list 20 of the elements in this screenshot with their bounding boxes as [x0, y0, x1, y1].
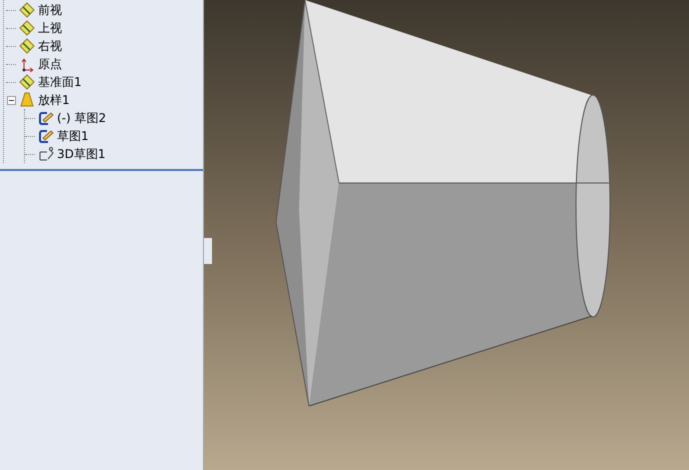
origin-axes-icon	[19, 56, 35, 72]
sketch-3d-icon	[38, 146, 54, 162]
plane-icon	[19, 38, 35, 54]
tree-item-label[interactable]: 右视	[38, 37, 62, 55]
tree-item-label[interactable]: 前视	[38, 1, 62, 19]
expand-toggle[interactable]	[6, 96, 16, 104]
tree-item-label[interactable]: (-) 草图2	[57, 109, 106, 127]
tree-item-label[interactable]: 基准面1	[38, 73, 82, 91]
plane-icon	[19, 2, 35, 18]
sketch-icon	[38, 110, 54, 126]
sketch-icon	[38, 128, 54, 144]
plane-icon	[19, 74, 35, 90]
plane-icon	[19, 20, 35, 36]
loft-icon	[19, 92, 35, 108]
tree-item-label[interactable]: 原点	[38, 55, 62, 73]
tree-item-label[interactable]: 3D草图1	[57, 145, 106, 163]
tree-item-label[interactable]: 草图1	[57, 127, 89, 145]
tree-item-label[interactable]: 上视	[38, 19, 62, 37]
tree-item-label[interactable]: 放样1	[38, 91, 70, 109]
panel-collapse-handle[interactable]	[204, 238, 212, 264]
